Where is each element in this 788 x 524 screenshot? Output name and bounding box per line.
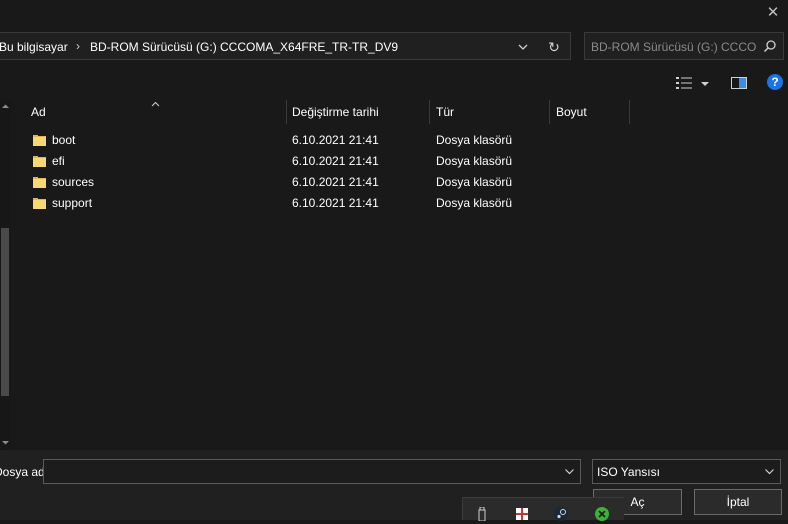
file-row-efi[interactable]: efi 6.10.2021 21:41 Dosya klasörü [11, 151, 788, 172]
search-box[interactable]: BD-ROM Sürücüsü (G:) CCCOMA_X64FRE_TR-TR… [584, 32, 784, 60]
security-shield-icon[interactable] [515, 507, 529, 521]
green-app-icon[interactable] [595, 507, 609, 521]
view-options-dropdown-icon[interactable] [700, 78, 710, 88]
file-modified: 6.10.2021 21:41 [292, 133, 379, 147]
file-name[interactable]: support [52, 196, 92, 210]
refresh-icon[interactable]: ↻ [545, 38, 563, 56]
file-row-boot[interactable]: boot 6.10.2021 21:41 Dosya klasörü [11, 130, 788, 151]
help-icon[interactable]: ? [767, 74, 783, 90]
file-name[interactable]: efi [52, 154, 65, 168]
details-view-icon[interactable] [676, 76, 692, 90]
preview-pane-icon[interactable] [731, 77, 747, 89]
column-headers: Ad Değiştirme tarihi Tür Boyut [11, 100, 788, 124]
title-bar [0, 0, 788, 24]
column-header-modified[interactable]: Değiştirme tarihi [286, 100, 430, 124]
tray-overflow-popup [462, 497, 624, 522]
close-button[interactable]: ✕ [758, 0, 788, 24]
column-header-name[interactable]: Ad [25, 100, 287, 124]
cancel-button[interactable]: İptal [694, 489, 782, 515]
file-type: Dosya klasörü [436, 196, 513, 210]
file-list[interactable]: Ad Değiştirme tarihi Tür Boyut boot 6.10… [11, 100, 788, 450]
file-row-support[interactable]: support 6.10.2021 21:41 Dosya klasörü [11, 193, 788, 214]
column-header-size[interactable]: Boyut [550, 100, 629, 124]
filetype-dropdown-icon[interactable] [764, 466, 775, 477]
file-type: Dosya klasörü [436, 175, 513, 189]
file-modified: 6.10.2021 21:41 [292, 196, 379, 210]
column-header-type[interactable]: Tür [430, 100, 549, 124]
scroll-up-arrow-icon[interactable] [1, 102, 10, 111]
filetype-select[interactable]: ISO Yansısı [592, 459, 781, 484]
column-divider[interactable] [629, 100, 630, 124]
breadcrumb-bd-rom-drive[interactable]: BD-ROM Sürücüsü (G:) CCCOMA_X64FRE_TR-TR… [90, 40, 398, 54]
filename-dropdown-icon[interactable] [564, 466, 575, 477]
filename-input[interactable] [43, 459, 581, 484]
usb-drive-icon[interactable] [475, 506, 489, 522]
file-row-sources[interactable]: sources 6.10.2021 21:41 Dosya klasörü [11, 172, 788, 193]
search-icon[interactable] [763, 39, 777, 53]
scroll-down-arrow-icon[interactable] [1, 438, 10, 447]
search-input[interactable]: BD-ROM Sürücüsü (G:) CCCOMA_X64FRE_TR-TR… [591, 40, 756, 54]
breadcrumb-this-pc[interactable]: Bu bilgisayar [0, 40, 68, 54]
address-bar[interactable]: Bu bilgisayar › BD-ROM Sürücüsü (G:) CCC… [0, 32, 571, 60]
folder-icon [33, 196, 47, 210]
filetype-selected[interactable]: ISO Yansısı [597, 465, 660, 479]
breadcrumb-separator-icon[interactable]: › [76, 39, 80, 53]
folder-icon [33, 154, 47, 168]
file-type: Dosya klasörü [436, 133, 513, 147]
folder-icon [33, 175, 47, 189]
address-history-dropdown-icon[interactable] [515, 39, 531, 55]
folder-icon [33, 133, 47, 147]
file-name[interactable]: sources [52, 175, 94, 189]
file-type: Dosya klasörü [436, 154, 513, 168]
scrollbar-thumb[interactable] [1, 228, 9, 396]
file-modified: 6.10.2021 21:41 [292, 175, 379, 189]
file-modified: 6.10.2021 21:41 [292, 154, 379, 168]
steam-icon[interactable] [554, 507, 568, 521]
file-name[interactable]: boot [52, 133, 75, 147]
